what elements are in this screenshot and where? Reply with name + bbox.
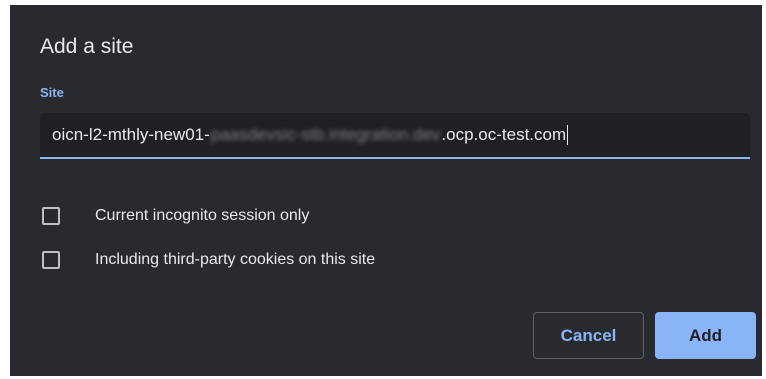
option-label: Including third-party cookies on this si… (95, 251, 376, 268)
site-input-value-prefix: oicn-l2-mthly-new01- (52, 125, 210, 144)
cancel-button[interactable]: Cancel (533, 312, 644, 359)
site-field-label: Site (40, 85, 64, 100)
option-incognito-only[interactable]: Current incognito session only (42, 204, 309, 228)
checkbox-third-party-cookies[interactable] (42, 251, 60, 269)
text-caret (567, 125, 569, 145)
site-input-value-obscured: paasdevsic-stb.integration.dev (210, 125, 441, 144)
add-button[interactable]: Add (655, 312, 756, 359)
dialog-title: Add a site (40, 35, 134, 58)
site-input-value-suffix: .ocp.oc-test.com (441, 125, 567, 144)
option-third-party-cookies[interactable]: Including third-party cookies on this si… (42, 248, 375, 272)
checkbox-incognito-only[interactable] (42, 207, 60, 225)
add-site-dialog: Add a site Site oicn-l2-mthly-new01- paa… (10, 5, 762, 376)
option-label: Current incognito session only (95, 207, 310, 224)
site-input[interactable]: oicn-l2-mthly-new01- paasdevsic-stb.inte… (40, 113, 750, 159)
